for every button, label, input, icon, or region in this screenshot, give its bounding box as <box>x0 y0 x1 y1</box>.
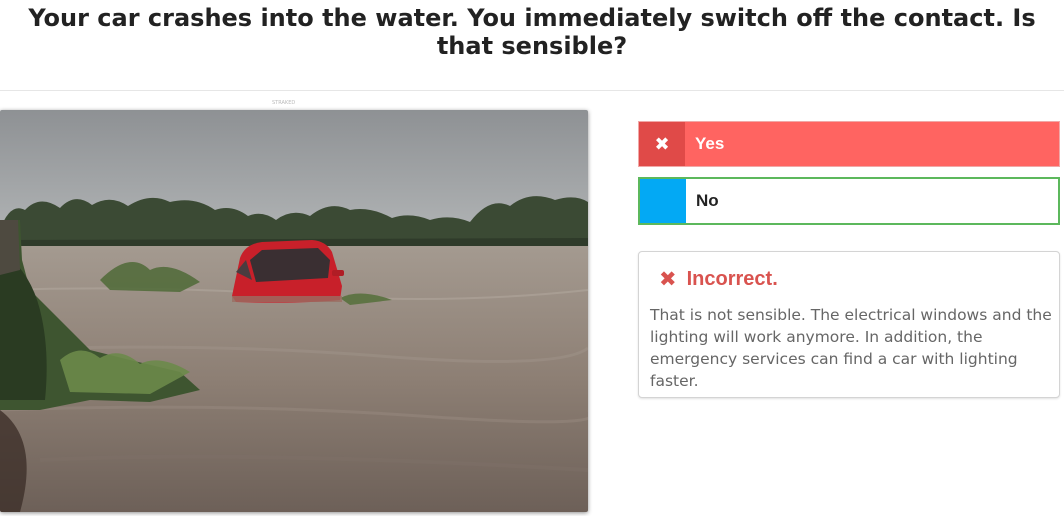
feedback-panel: ✖ Incorrect. That is not sensible. The e… <box>638 251 1060 398</box>
answer-yes-label: Yes <box>695 134 725 153</box>
close-icon: ✖ <box>659 268 677 291</box>
feedback-text: That is not sensible. The electrical win… <box>650 306 1052 390</box>
feedback-title: Incorrect. <box>686 268 778 290</box>
answer-no-label: No <box>696 191 719 210</box>
question-photo <box>0 110 588 512</box>
header-divider <box>0 90 1064 91</box>
image-credit: STRAKED <box>272 100 296 106</box>
question-title: Your car crashes into the water. You imm… <box>28 4 1036 60</box>
feedback-header: ✖ Incorrect. <box>659 268 778 291</box>
close-icon: ✖ <box>639 122 685 166</box>
answer-no-marker <box>640 179 686 223</box>
answer-no[interactable]: No <box>638 177 1060 225</box>
answer-yes[interactable]: ✖ Yes <box>638 121 1060 167</box>
